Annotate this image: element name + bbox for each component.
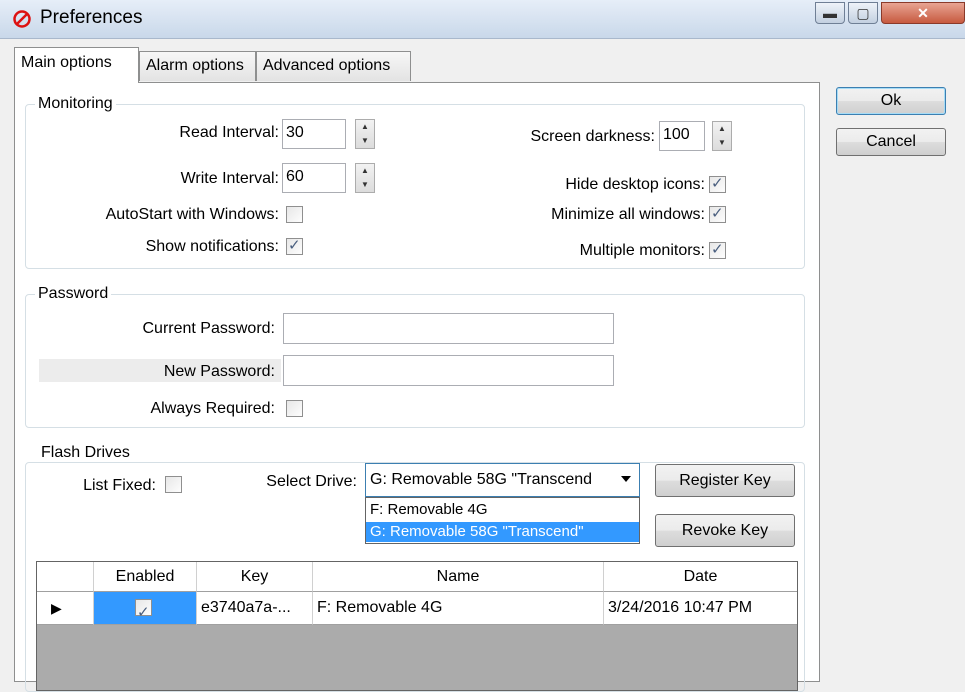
spin-up-icon[interactable]: ▲ xyxy=(356,120,374,134)
drive-option[interactable]: F: Removable 4G xyxy=(366,500,639,520)
grid-corner-header xyxy=(37,562,94,592)
current-password-input[interactable] xyxy=(283,313,614,344)
new-password-input[interactable] xyxy=(283,355,614,386)
grid-header-enabled[interactable]: Enabled xyxy=(94,562,197,592)
maximize-button[interactable]: ▢ xyxy=(848,2,878,24)
screen-darkness-spinner[interactable]: ▲ ▼ xyxy=(712,121,732,151)
write-interval-label: Write Interval: xyxy=(180,170,279,187)
spin-down-icon[interactable]: ▼ xyxy=(356,178,374,192)
tab-alarm-options[interactable]: Alarm options xyxy=(139,51,256,81)
no-entry-icon xyxy=(13,10,31,28)
tab-main-options[interactable]: Main options xyxy=(14,47,139,83)
read-interval-input[interactable]: 30 xyxy=(282,119,346,149)
minimize-icon: ▬ xyxy=(823,5,837,21)
read-interval-label: Read Interval: xyxy=(179,124,279,141)
spin-up-icon[interactable]: ▲ xyxy=(713,122,731,136)
row-indicator-icon: ▶ xyxy=(51,600,62,616)
grid-cell-enabled[interactable]: ✓ xyxy=(94,592,197,625)
grid-header-name[interactable]: Name xyxy=(313,562,604,592)
minimize-all-label: Minimize all windows: xyxy=(551,206,705,223)
select-drive-dropdown: F: Removable 4G G: Removable 58G "Transc… xyxy=(365,497,640,544)
enabled-checkbox[interactable]: ✓ xyxy=(135,599,152,621)
autostart-label: AutoStart with Windows: xyxy=(105,206,279,223)
minimize-button[interactable]: ▬ xyxy=(815,2,845,24)
autostart-checkbox[interactable] xyxy=(286,206,303,223)
monitoring-legend: Monitoring xyxy=(35,95,116,113)
show-notifications-label: Show notifications: xyxy=(145,238,279,255)
revoke-key-button[interactable]: Revoke Key xyxy=(655,514,795,547)
tab-advanced-options[interactable]: Advanced options xyxy=(256,51,411,81)
checkmark-icon: ✓ xyxy=(711,205,724,222)
chevron-down-icon xyxy=(621,476,631,482)
ok-button[interactable]: Ok xyxy=(836,87,946,115)
always-required-label: Always Required: xyxy=(150,400,276,417)
close-button[interactable]: ✕ xyxy=(881,2,965,24)
always-required-checkbox[interactable] xyxy=(286,400,303,417)
spin-down-icon[interactable]: ▼ xyxy=(713,136,731,150)
close-icon: ✕ xyxy=(917,5,929,21)
password-legend: Password xyxy=(35,285,112,303)
maximize-icon: ▢ xyxy=(856,5,870,21)
screen-darkness-label: Screen darkness: xyxy=(530,128,655,145)
show-notifications-checkbox[interactable]: ✓ xyxy=(286,237,303,255)
list-fixed-checkbox[interactable] xyxy=(165,476,182,493)
list-fixed-label: List Fixed: xyxy=(83,477,156,494)
drive-option-selected[interactable]: G: Removable 58G "Transcend" xyxy=(366,522,639,542)
select-drive-label: Select Drive: xyxy=(266,473,357,490)
row-header[interactable]: ▶ xyxy=(37,592,94,625)
checkmark-icon: ✓ xyxy=(711,241,724,258)
grid-header-key[interactable]: Key xyxy=(197,562,313,592)
current-password-label: Current Password: xyxy=(142,320,276,337)
drives-grid[interactable]: Enabled Key Name Date ▶ ✓ e3740a7a-... F… xyxy=(36,561,798,691)
spin-down-icon[interactable]: ▼ xyxy=(356,134,374,148)
grid-cell-name[interactable]: F: Removable 4G xyxy=(313,592,604,625)
write-interval-spinner[interactable]: ▲ ▼ xyxy=(355,163,375,193)
register-key-button[interactable]: Register Key xyxy=(655,464,795,497)
multiple-monitors-label: Multiple monitors: xyxy=(579,242,705,259)
hide-desktop-icons-checkbox[interactable]: ✓ xyxy=(709,175,726,193)
select-drive-combobox[interactable]: G: Removable 58G "Transcend xyxy=(365,463,640,497)
cancel-button[interactable]: Cancel xyxy=(836,128,946,156)
checkmark-icon: ✓ xyxy=(288,237,301,254)
window-title: Preferences xyxy=(40,7,143,28)
write-interval-input[interactable]: 60 xyxy=(282,163,346,193)
spin-up-icon[interactable]: ▲ xyxy=(356,164,374,178)
minimize-all-checkbox[interactable]: ✓ xyxy=(709,205,726,223)
hide-desktop-icons-label: Hide desktop icons: xyxy=(565,176,705,193)
select-drive-value: G: Removable 58G "Transcend xyxy=(370,471,593,488)
grid-header-date[interactable]: Date xyxy=(604,562,797,592)
read-interval-spinner[interactable]: ▲ ▼ xyxy=(355,119,375,149)
screen-darkness-input[interactable]: 100 xyxy=(659,121,705,151)
checkmark-icon: ✓ xyxy=(711,175,724,192)
new-password-label: New Password: xyxy=(163,363,275,380)
flash-drives-legend: Flash Drives xyxy=(38,444,133,462)
multiple-monitors-checkbox[interactable]: ✓ xyxy=(709,241,726,259)
grid-cell-date[interactable]: 3/24/2016 10:47 PM xyxy=(604,592,797,625)
grid-cell-key[interactable]: e3740a7a-... xyxy=(197,592,313,625)
checkmark-icon: ✓ xyxy=(137,604,150,621)
